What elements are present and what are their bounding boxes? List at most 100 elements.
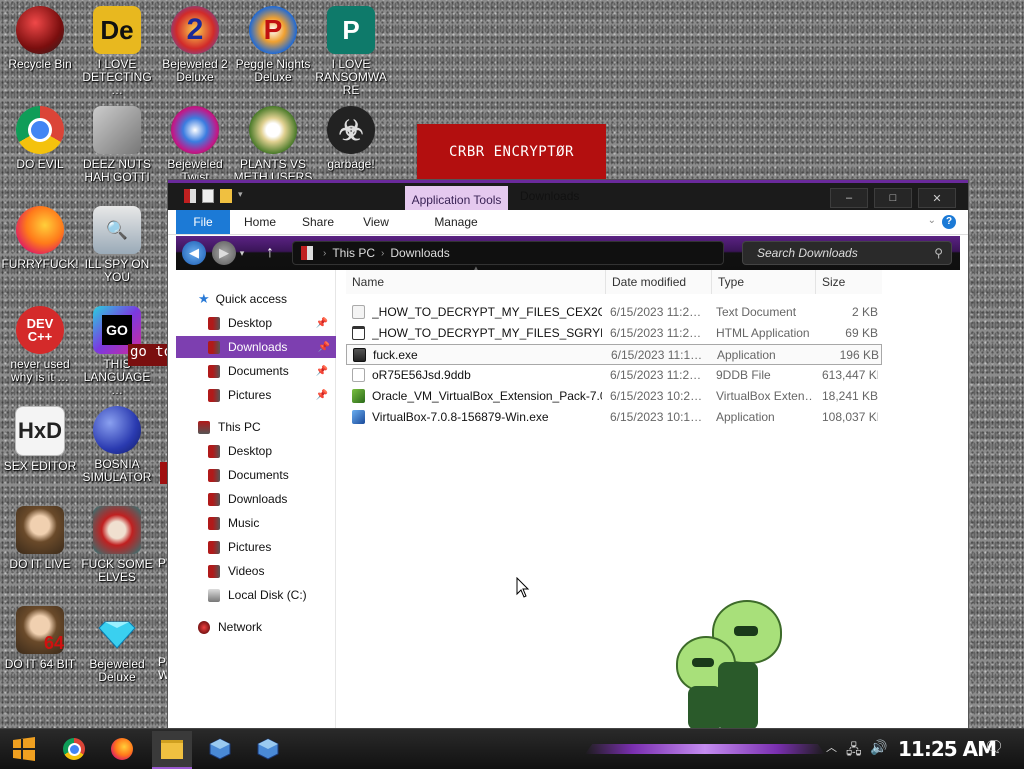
- taskbar-file-explorer-icon[interactable]: [152, 731, 192, 769]
- breadcrumb-this-pc[interactable]: This PC: [332, 246, 375, 260]
- desktop-icon-bejeweled-twist[interactable]: Bejeweled Twist: [155, 100, 235, 184]
- nav-pc-downloads[interactable]: Downloads: [208, 488, 334, 510]
- desktop-icon-bejeweled-2[interactable]: 2 Bejeweled 2 Deluxe: [155, 0, 235, 84]
- file-row[interactable]: _HOW_TO_DECRYPT_MY_FILES_SGRYDDK_…. 6/15…: [346, 323, 882, 344]
- tab-view[interactable]: View: [352, 210, 400, 234]
- nav-pc-desktop[interactable]: Desktop: [208, 440, 334, 462]
- pin-icon[interactable]: 📌: [316, 390, 328, 401]
- recent-locations-chevron-icon[interactable]: ▾: [236, 241, 248, 265]
- file-date: 6/15/2023 11:2…: [610, 326, 702, 340]
- explorer-app-icon[interactable]: [184, 189, 196, 203]
- title-bar[interactable]: ▾ Application Tools Downloads – □ ✕: [168, 180, 968, 213]
- nav-quick-pictures[interactable]: Pictures 📌: [208, 384, 334, 406]
- ribbon-expand-chevron-icon[interactable]: ⌄: [928, 215, 936, 226]
- tab-file[interactable]: File: [176, 210, 230, 234]
- desktop-icon-label: DEEZ NUTS HAH GOTTI: [82, 157, 151, 184]
- taskbar-chrome-icon[interactable]: [60, 735, 88, 763]
- file-row[interactable]: VirtualBox-7.0.8-156879-Win.exe 6/15/202…: [346, 407, 882, 428]
- desktop-icon-devcpp[interactable]: DEV C++ never used why is it …: [0, 300, 80, 384]
- nav-quick-documents[interactable]: Documents 📌: [208, 360, 334, 382]
- desktop-icon-copies[interactable]: DEEZ NUTS HAH GOTTI: [77, 100, 157, 184]
- desktop-icon-recycle-bin[interactable]: Recycle Bin: [0, 0, 80, 71]
- notification-center-icon[interactable]: 🗨: [984, 737, 1004, 757]
- desktop-icon-do-it-64[interactable]: 64 DO IT 64 BIT: [0, 600, 80, 671]
- desktop-icon-firefox[interactable]: FURRYFUCK!: [0, 200, 80, 271]
- new-folder-icon[interactable]: [220, 189, 232, 203]
- tab-home[interactable]: Home: [236, 210, 284, 234]
- forward-button[interactable]: ▶: [212, 241, 236, 265]
- pin-icon[interactable]: 📌: [316, 366, 328, 377]
- crbr-encryptor-banner[interactable]: CRBR ENCRYPTØR: [417, 124, 606, 180]
- go-to-banner[interactable]: go to: [128, 344, 170, 366]
- desktop-icon-peggle[interactable]: P Peggle Nights Deluxe: [233, 0, 313, 84]
- nav-label: Pictures: [228, 540, 272, 554]
- desktop-icon-publisher[interactable]: P I LOVE RANSOMWARE: [311, 0, 391, 97]
- breadcrumb-separator-icon[interactable]: ›: [323, 248, 326, 259]
- nav-pc-videos[interactable]: Videos: [208, 560, 334, 582]
- column-header-type[interactable]: Type: [712, 270, 816, 294]
- desktop-icon-label: FURRYFUCK!: [1, 257, 79, 271]
- drive-icon: [208, 588, 220, 602]
- nav-quick-downloads[interactable]: Downloads 📌: [176, 336, 336, 358]
- start-icon[interactable]: [10, 735, 38, 763]
- nav-pc-local-disk[interactable]: Local Disk (C:): [208, 584, 334, 606]
- search-icon[interactable]: ⚲: [934, 246, 943, 260]
- pin-icon[interactable]: 📌: [318, 342, 330, 353]
- nav-quick-access[interactable]: ★ Quick access: [198, 288, 334, 310]
- search-box[interactable]: Search Downloads ⚲: [742, 241, 952, 265]
- taskbar-virtualbox-icon[interactable]: [254, 735, 282, 763]
- column-header-name[interactable]: Name: [346, 270, 606, 294]
- chevron-down-icon[interactable]: ▾: [238, 189, 246, 203]
- taskbar-clock[interactable]: 11:25 AM: [898, 737, 997, 761]
- maximize-button[interactable]: □: [874, 188, 912, 208]
- file-row[interactable]: oR75E56Jsd.9ddb 6/15/2023 11:2… 9DDB Fil…: [346, 365, 882, 386]
- hidden-icon-label-fragment: P: [158, 556, 167, 570]
- desktop-icon-hxd[interactable]: HxD SEX EDITOR: [0, 400, 80, 473]
- up-button[interactable]: ↑: [258, 241, 282, 265]
- exe-file-icon: [353, 348, 366, 362]
- desktop-icon-label: garbage!: [327, 157, 375, 171]
- address-bar[interactable]: › This PC › Downloads: [292, 241, 724, 265]
- help-icon[interactable]: ?: [942, 215, 956, 229]
- taskbar-virtualbox-icon[interactable]: [206, 735, 234, 763]
- column-header-size[interactable]: Size: [816, 270, 882, 294]
- desktop-icon-chrome[interactable]: DO EVIL: [0, 100, 80, 171]
- dev-cpp-icon: DEV C++: [16, 306, 64, 354]
- back-button[interactable]: ◀: [182, 241, 206, 265]
- breadcrumb-downloads[interactable]: Downloads: [390, 246, 449, 260]
- properties-icon[interactable]: [202, 189, 214, 203]
- tab-manage[interactable]: Manage: [424, 210, 488, 234]
- nav-pc-pictures[interactable]: Pictures: [208, 536, 334, 558]
- show-hidden-icons-chevron-icon[interactable]: ︿: [826, 739, 837, 755]
- minimize-button[interactable]: –: [830, 188, 868, 208]
- nav-label: Downloads: [228, 340, 288, 354]
- network-tray-icon[interactable]: 🖧: [846, 739, 862, 763]
- file-row[interactable]: Oracle_VM_VirtualBox_Extension_Pack-7.0.…: [346, 386, 882, 407]
- desktop-icon-plants[interactable]: PLANTS VS METH USERS: [233, 100, 313, 184]
- volume-icon[interactable]: 🔊: [870, 739, 887, 756]
- desktop-icon-detect-it-easy[interactable]: De I LOVE DETECTING…: [77, 0, 157, 97]
- nav-pc-documents[interactable]: Documents: [208, 464, 334, 486]
- desktop-icon-label: BOSNIA SIMULATOR: [82, 457, 152, 484]
- desktop-icon-bejeweled-deluxe[interactable]: Bejeweled Deluxe: [77, 600, 157, 684]
- pin-icon[interactable]: 📌: [316, 318, 328, 329]
- desktop-icon-elves[interactable]: FUCK SOME ELVES: [77, 500, 157, 584]
- file-explorer-window[interactable]: ▾ Application Tools Downloads – □ ✕ File…: [168, 180, 968, 730]
- desktop-icon-spy[interactable]: 🔍 ILL SPY ON YOU: [77, 200, 157, 284]
- nav-pc-music[interactable]: Music: [208, 512, 334, 534]
- taskbar-firefox-icon[interactable]: [108, 735, 136, 763]
- file-row[interactable]: _HOW_TO_DECRYPT_MY_FILES_CEX2GHR_.txt 6/…: [346, 302, 882, 323]
- desktop-icon-bosnia[interactable]: BOSNIA SIMULATOR: [77, 400, 157, 484]
- column-header-date-modified[interactable]: Date modified: [606, 270, 712, 294]
- breadcrumb-separator-icon[interactable]: ›: [381, 248, 384, 259]
- nav-quick-desktop[interactable]: Desktop 📌: [208, 312, 334, 334]
- file-row[interactable]: fuck.exe 6/15/2023 11:1… Application 196…: [346, 344, 882, 365]
- nav-network[interactable]: Network: [198, 616, 334, 638]
- tab-share[interactable]: Share: [294, 210, 342, 234]
- bejeweled-2-icon: 2: [171, 6, 219, 54]
- desktop-icon-do-it-live[interactable]: DO IT LIVE: [0, 500, 80, 571]
- close-button[interactable]: ✕: [918, 188, 956, 208]
- ribbon-tabs: File Home Share View Manage ⌄ ?: [168, 210, 968, 235]
- desktop-icon-garbage[interactable]: ☣ garbage!: [311, 100, 391, 171]
- nav-this-pc[interactable]: This PC: [198, 416, 334, 438]
